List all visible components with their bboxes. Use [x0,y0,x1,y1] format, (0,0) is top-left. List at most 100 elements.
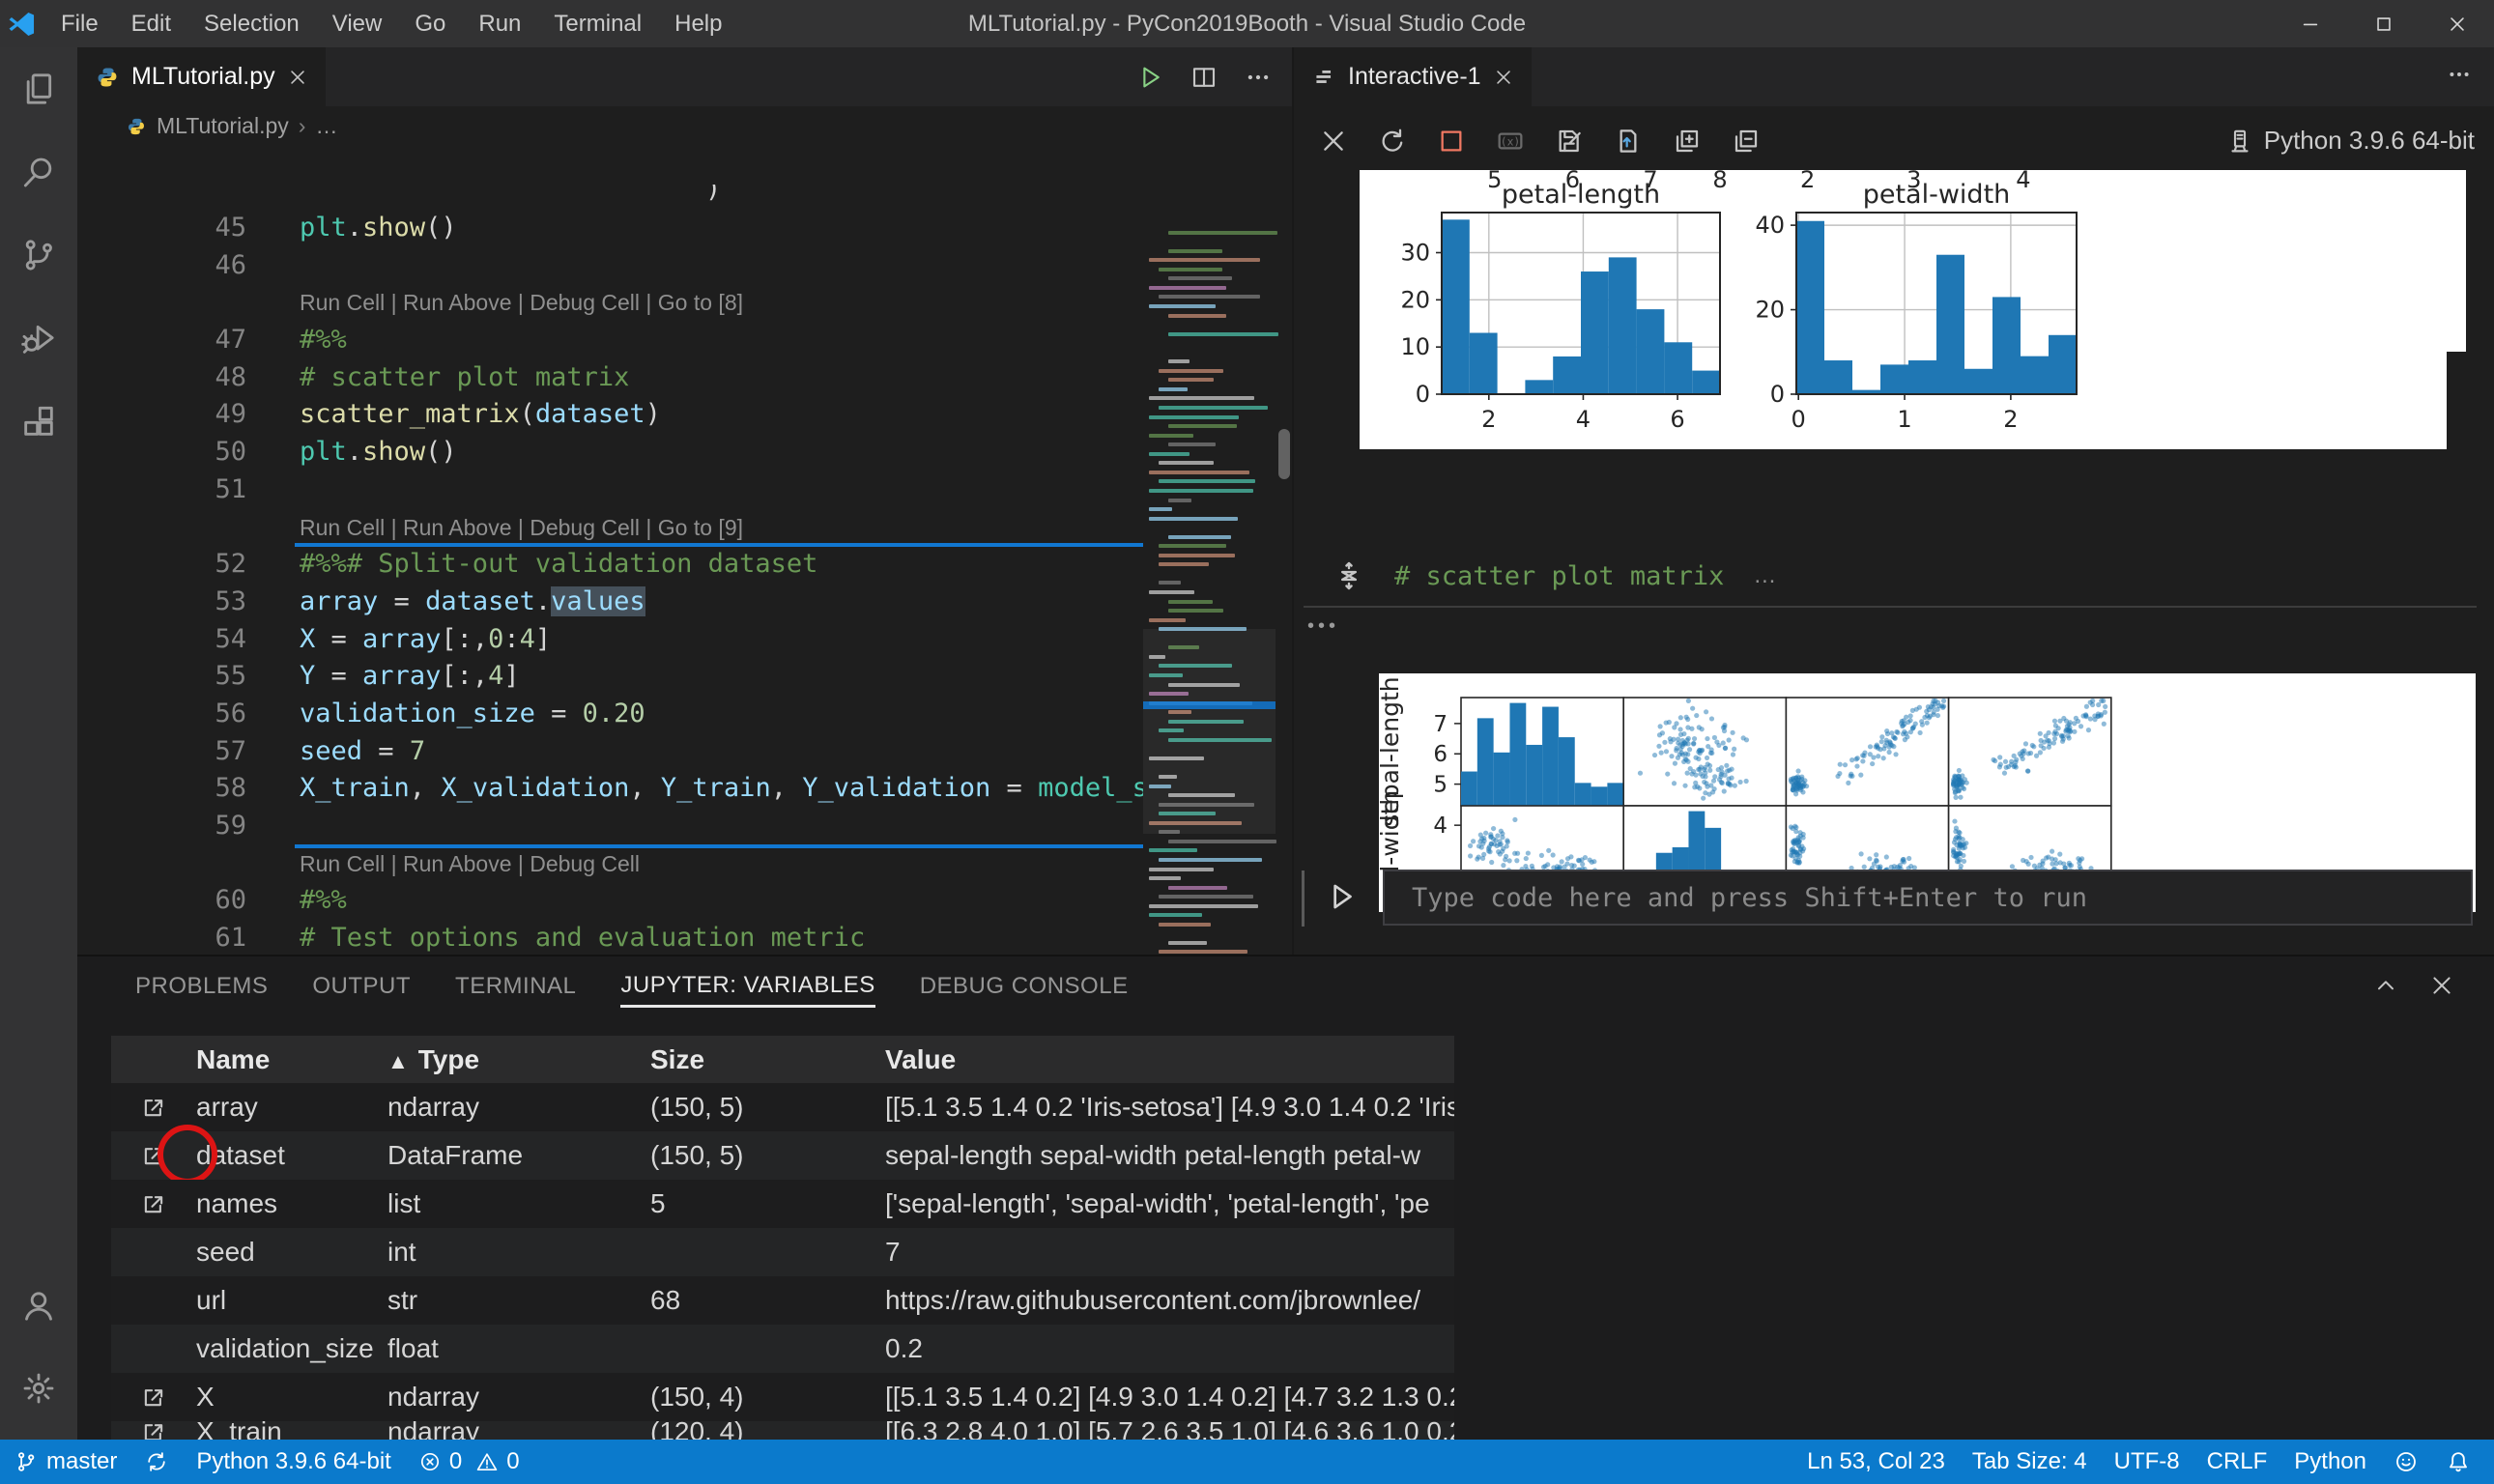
codelens-links[interactable]: Run Cell | Run Above | Debug Cell [300,845,640,883]
code-line[interactable]: 57seed = 7 [77,733,1143,771]
kernel-status[interactable]: Python 3.9.6 64-bit [2225,106,2475,175]
status-ln-53-col-23[interactable]: Ln 53, Col 23 [1793,1440,1959,1484]
python-interpreter-status[interactable]: Python 3.9.6 64-bit [183,1440,404,1484]
status-utf-8[interactable]: UTF-8 [2101,1440,2193,1484]
header-value[interactable]: Value [885,1044,1454,1075]
split-editor-icon[interactable] [1190,63,1218,92]
code-line[interactable]: 50plt.show() [77,434,1143,471]
icon-cell[interactable] [111,1421,196,1441]
close-panel-icon[interactable] [2428,972,2455,999]
close-tab-icon[interactable] [287,67,308,88]
activity-account[interactable] [0,1264,77,1347]
icon-cell[interactable] [111,1189,196,1218]
run-input-icon[interactable] [1323,878,1360,915]
git-branch-status[interactable]: master [0,1440,130,1484]
problems-status[interactable]: 0 0 [405,1440,533,1484]
breadcrumb-more[interactable]: … [315,113,337,139]
table-row-validation_size[interactable]: validation_sizefloat0.2 [111,1325,1454,1373]
menu-view[interactable]: View [316,0,399,47]
breadcrumb-file[interactable]: MLTutorial.py [157,113,289,139]
panel-tab-terminal[interactable]: TERMINAL [455,973,576,1006]
panel-tab-jupyter-variables[interactable]: JUPYTER: VARIABLES [620,972,874,1008]
code-line[interactable]: 61# Test options and evaluation metric [77,920,1143,955]
menu-edit[interactable]: Edit [115,0,187,47]
header-size[interactable]: Size [650,1044,885,1075]
activity-extensions[interactable] [0,380,77,463]
restart-kernel-button[interactable] [1374,123,1411,159]
table-row-dataset[interactable]: datasetDataFrame(150, 5)sepal-length sep… [111,1131,1454,1180]
maximize-panel-icon[interactable] [2372,972,2399,999]
minimap[interactable] [1143,146,1276,955]
status-python[interactable]: Python [2280,1440,2380,1484]
more-actions-icon[interactable] [2446,61,2473,88]
more-actions-icon[interactable] [1244,63,1273,92]
open-variable-icon[interactable] [139,1093,168,1122]
menu-go[interactable]: Go [398,0,462,47]
activity-search[interactable] [0,130,77,214]
menu-terminal[interactable]: Terminal [537,0,658,47]
table-row-X[interactable]: Xndarray(150, 4)[[5.1 3.5 1.4 0.2] [4.9 … [111,1373,1454,1421]
menu-selection[interactable]: Selection [187,0,316,47]
close-window-button[interactable] [2421,0,2494,47]
breadcrumb[interactable]: MLTutorial.py › … [77,106,1292,146]
status-tab-size-4[interactable]: Tab Size: 4 [1959,1440,2101,1484]
status-crlf[interactable]: CRLF [2193,1440,2281,1484]
code-line[interactable]: 60#%% [77,882,1143,920]
code-line[interactable]: 49scatter_matrix(dataset) [77,396,1143,434]
header-name[interactable]: Name [196,1044,387,1075]
panel-tab-problems[interactable]: PROBLEMS [135,973,268,1006]
interactive-code-input[interactable] [1383,870,2473,926]
goto-cell-icon[interactable] [1333,559,1365,592]
output-options-icon[interactable]: ••• [1307,615,1339,638]
activity-run-debug[interactable] [0,297,77,380]
table-row-array[interactable]: arrayndarray(150, 5)[[5.1 3.5 1.4 0.2 'I… [111,1083,1454,1131]
menu-help[interactable]: Help [658,0,738,47]
more-actions-icon[interactable] [2446,61,2473,88]
code-line[interactable]: 53array = dataset.values [77,584,1143,621]
table-row-seed[interactable]: seedint7 [111,1228,1454,1276]
close-tab-icon[interactable] [1493,67,1514,88]
panel-tab-output[interactable]: OUTPUT [312,973,411,1006]
activity-explorer[interactable] [0,47,77,130]
table-row-X_train[interactable]: X_trainndarray(120, 4)[[6.3 2.8 4.0 1.0]… [111,1421,1454,1441]
expand-all-button[interactable] [1669,123,1706,159]
collapse-all-button[interactable] [1728,123,1764,159]
collapsed-code-dots[interactable]: … [1753,562,1778,589]
tab-interactive-1[interactable]: Interactive-1 [1294,47,1532,106]
sash-grip[interactable] [1278,429,1290,479]
code-line[interactable]: 45plt.show() [77,210,1143,247]
activity-source-control[interactable] [0,214,77,297]
menu-file[interactable]: File [44,0,115,47]
interrupt-kernel-button[interactable] [1433,123,1470,159]
code-line[interactable]: 58X_train, X_validation, Y_train, Y_vali… [77,770,1143,808]
activity-settings[interactable] [0,1347,77,1430]
code-line[interactable]: 46 [77,247,1143,285]
export-button[interactable] [1610,123,1647,159]
code-line[interactable]: 47#%% [77,322,1143,359]
code-line[interactable]: 52#%%# Split-out validation dataset [77,546,1143,584]
code-line[interactable]: 51 [77,471,1143,509]
export-notebook-button[interactable] [1551,123,1588,159]
open-variable-icon[interactable] [139,1383,168,1412]
panel-tab-debug-console[interactable]: DEBUG CONSOLE [920,973,1129,1006]
menu-run[interactable]: Run [462,0,537,47]
table-row-url[interactable]: urlstr68https://raw.githubusercontent.co… [111,1276,1454,1325]
feedback-button[interactable] [2380,1440,2432,1484]
code-line[interactable]: 54X = array[:,0:4] [77,621,1143,659]
tab-mltutorial[interactable]: MLTutorial.py [77,47,326,106]
header-type[interactable]: ▲Type [387,1044,650,1075]
notifications-button[interactable] [2432,1440,2484,1484]
icon-cell[interactable] [111,1093,196,1122]
codelens-links[interactable]: Run Cell | Run Above | Debug Cell | Go t… [300,284,743,322]
code-line[interactable]: 56validation_size = 0.20 [77,696,1143,733]
maximize-window-button[interactable] [2347,0,2421,47]
open-variable-icon[interactable] [139,1189,168,1218]
code-line[interactable]: 48# scatter plot matrix [77,359,1143,397]
icon-cell[interactable] [111,1383,196,1412]
code-line[interactable]: 59 [77,808,1143,845]
minimize-window-button[interactable] [2274,0,2347,47]
code-line[interactable]: 55Y = array[:,4] [77,658,1143,696]
close-button[interactable] [1315,123,1352,159]
codelens-links[interactable]: Run Cell | Run Above | Debug Cell | Go t… [300,509,743,547]
table-row-names[interactable]: nameslist5['sepal-length', 'sepal-width'… [111,1180,1454,1228]
